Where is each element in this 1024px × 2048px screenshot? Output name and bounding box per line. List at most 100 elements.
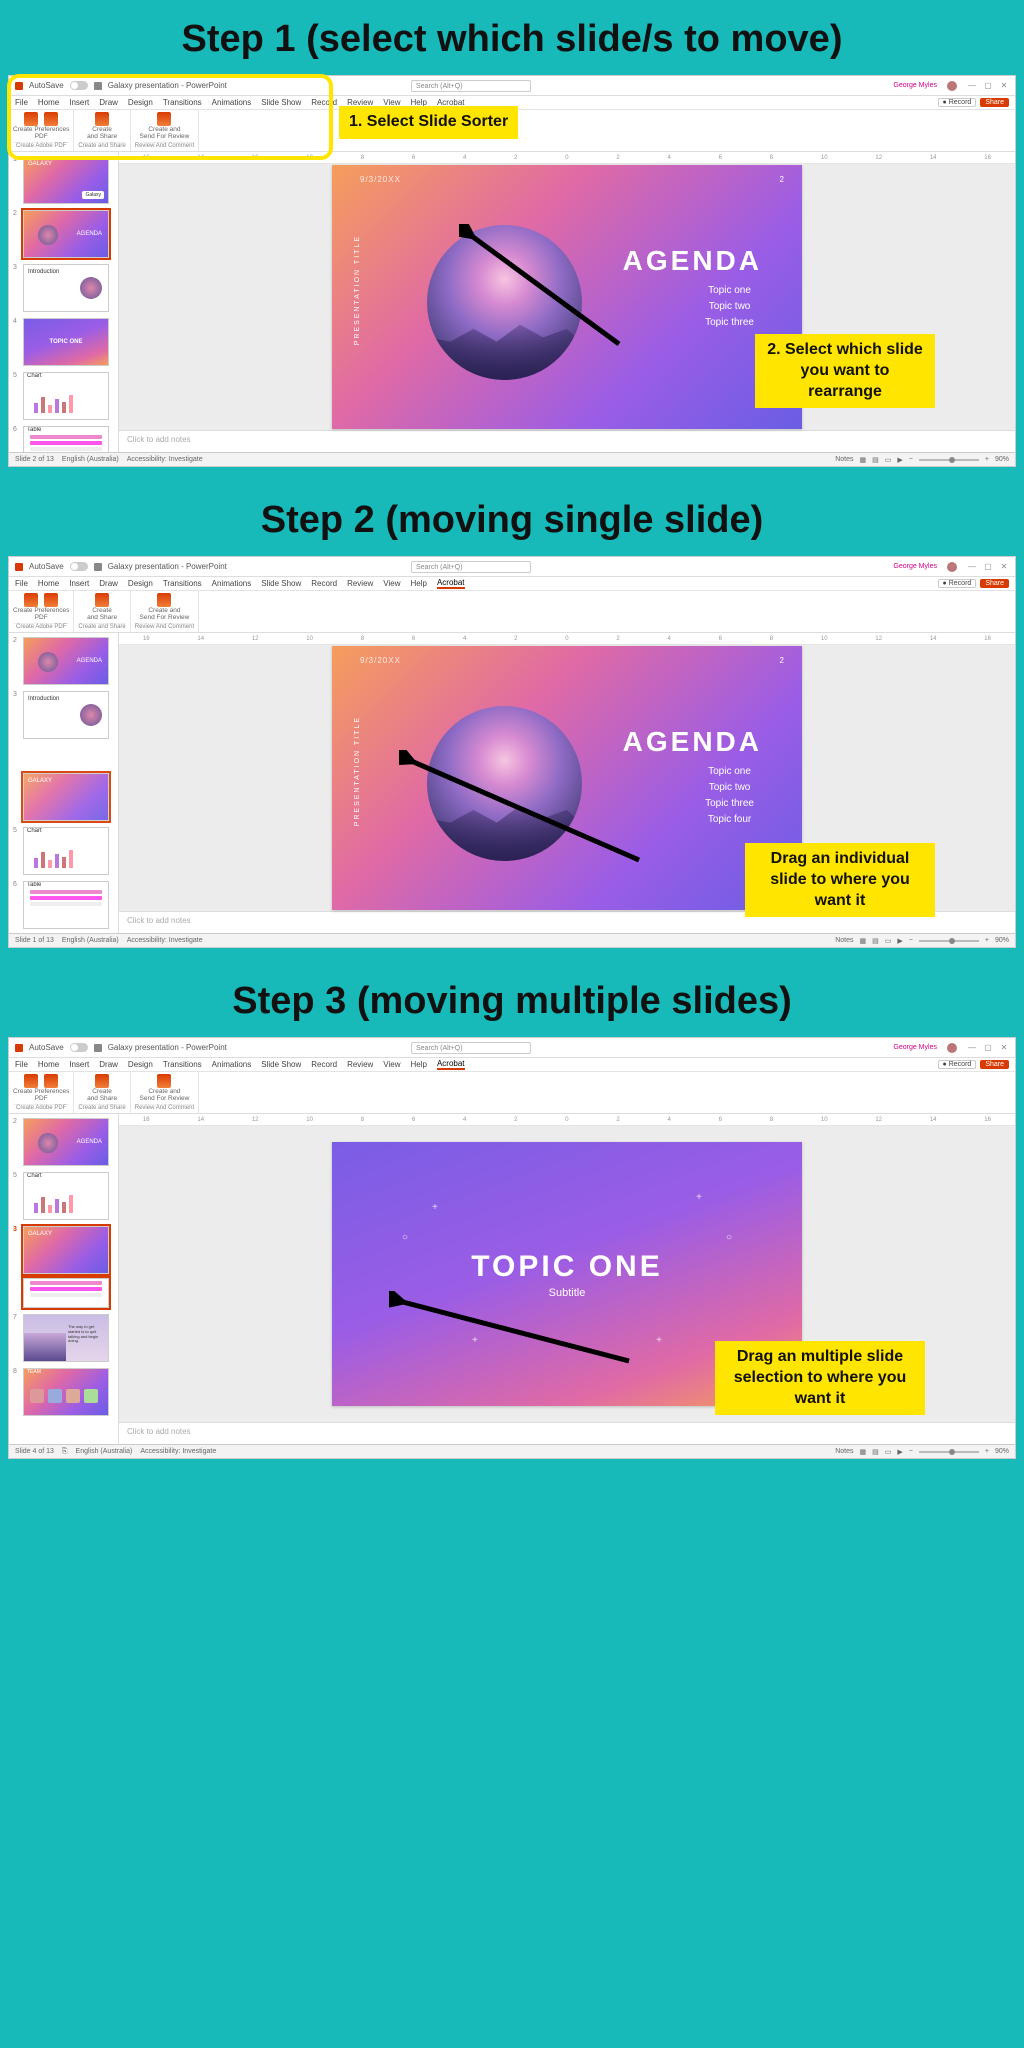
view-slideshow-icon[interactable]: ▶ xyxy=(897,456,902,464)
tab-help[interactable]: Help xyxy=(411,1060,427,1069)
thumb-8[interactable]: TEAM xyxy=(23,1368,109,1416)
share-button[interactable]: Share xyxy=(980,98,1009,107)
thumb-6[interactable]: Table xyxy=(23,881,109,929)
create-pdf-icon[interactable] xyxy=(24,1074,38,1088)
user-name[interactable]: George Myles xyxy=(893,563,937,570)
user-avatar[interactable] xyxy=(947,81,957,91)
thumb-3[interactable]: Introduction xyxy=(23,691,109,739)
zoom-slider[interactable] xyxy=(919,1451,979,1453)
thumb-7[interactable]: The way to get started is to quit talkin… xyxy=(23,1314,109,1362)
tab-slideshow[interactable]: Slide Show xyxy=(261,579,301,588)
accessibility[interactable]: Accessibility: Investigate xyxy=(140,1448,216,1455)
search-box[interactable]: Search (Alt+Q) xyxy=(411,80,531,92)
save-icon[interactable] xyxy=(94,563,102,571)
slide-canvas[interactable]: 9/3/20XX 2 PRESENTATION TITLE AGENDA Top… xyxy=(119,645,1015,911)
view-sorter-icon[interactable]: ▤ xyxy=(872,456,879,464)
save-icon[interactable] xyxy=(94,1044,102,1052)
tab-review[interactable]: Review xyxy=(347,579,373,588)
preferences-icon[interactable] xyxy=(44,593,58,607)
send-review-icon[interactable] xyxy=(157,593,171,607)
view-sorter-icon[interactable]: ▤ xyxy=(872,1448,879,1456)
user-name[interactable]: George Myles xyxy=(893,1044,937,1051)
tab-animations[interactable]: Animations xyxy=(212,579,252,588)
tab-review[interactable]: Review xyxy=(347,1060,373,1069)
tab-help[interactable]: Help xyxy=(411,579,427,588)
language[interactable]: English (Australia) xyxy=(62,937,119,944)
tab-record[interactable]: Record xyxy=(311,579,337,588)
record-button[interactable]: ● Record xyxy=(938,579,977,588)
create-share-icon[interactable] xyxy=(95,1074,109,1088)
user-avatar[interactable] xyxy=(947,1043,957,1053)
user-avatar[interactable] xyxy=(947,562,957,572)
thumb-1[interactable]: GALAXYGalaxy xyxy=(23,156,109,204)
slide-panel[interactable]: 1GALAXYGalaxy 2AGENDA 3Introduction 4TOP… xyxy=(9,152,119,452)
tab-file[interactable]: File xyxy=(15,1060,28,1069)
user-name[interactable]: George Myles xyxy=(893,82,937,89)
thumb-2[interactable]: AGENDA xyxy=(23,637,109,685)
close-button[interactable]: ✕ xyxy=(999,1043,1009,1052)
close-button[interactable]: ✕ xyxy=(999,81,1009,90)
maximize-button[interactable]: ▢ xyxy=(983,81,993,90)
view-reading-icon[interactable]: ▭ xyxy=(885,937,892,945)
slide-canvas[interactable]: + ○ + ○ + + TOPIC ONE Subtitle Drag an m… xyxy=(119,1126,1015,1422)
thumb-4[interactable]: TOPIC ONE xyxy=(23,318,109,366)
view-normal-icon[interactable]: ▦ xyxy=(860,1448,867,1456)
thumb-5[interactable]: Chart xyxy=(23,1172,109,1220)
tab-acrobat[interactable]: Acrobat xyxy=(437,578,465,589)
tab-animations[interactable]: Animations xyxy=(212,1060,252,1069)
search-box[interactable]: Search (Alt+Q) xyxy=(411,561,531,573)
thumb-5[interactable]: Chart xyxy=(23,372,109,420)
tab-draw[interactable]: Draw xyxy=(99,579,118,588)
thumb-drag-a[interactable]: GALAXY xyxy=(23,1226,109,1274)
maximize-button[interactable]: ▢ xyxy=(983,562,993,571)
notes-pane[interactable]: Click to add notes xyxy=(119,430,1015,452)
tab-record[interactable]: Record xyxy=(311,1060,337,1069)
record-button[interactable]: ● Record xyxy=(938,1060,977,1069)
tab-design[interactable]: Design xyxy=(128,579,153,588)
tab-view[interactable]: View xyxy=(383,1060,400,1069)
notes-pane[interactable]: Click to add notes xyxy=(119,1422,1015,1444)
tab-draw[interactable]: Draw xyxy=(99,1060,118,1069)
share-button[interactable]: Share xyxy=(980,579,1009,588)
create-share-icon[interactable] xyxy=(95,593,109,607)
send-review-icon[interactable] xyxy=(157,1074,171,1088)
tab-transitions[interactable]: Transitions xyxy=(163,1060,202,1069)
slide-canvas[interactable]: 9/3/20XX 2 PRESENTATION TITLE AGENDA Top… xyxy=(119,164,1015,430)
preferences-icon[interactable] xyxy=(44,1074,58,1088)
tab-slideshow[interactable]: Slide Show xyxy=(261,1060,301,1069)
notes-button[interactable]: Notes xyxy=(835,937,853,944)
tab-home[interactable]: Home xyxy=(38,1060,59,1069)
tab-file[interactable]: File xyxy=(15,579,28,588)
thumb-2[interactable]: AGENDA xyxy=(23,210,109,258)
close-button[interactable]: ✕ xyxy=(999,562,1009,571)
minimize-button[interactable]: — xyxy=(967,562,977,571)
maximize-button[interactable]: ▢ xyxy=(983,1043,993,1052)
slide-panel[interactable]: 2AGENDA 3Introduction GALAXY 5Chart 6Tab… xyxy=(9,633,119,933)
minimize-button[interactable]: — xyxy=(967,1043,977,1052)
view-normal-icon[interactable]: ▦ xyxy=(860,456,867,464)
view-reading-icon[interactable]: ▭ xyxy=(885,456,892,464)
search-box[interactable]: Search (Alt+Q) xyxy=(411,1042,531,1054)
view-normal-icon[interactable]: ▦ xyxy=(860,937,867,945)
tab-design[interactable]: Design xyxy=(128,1060,153,1069)
thumb-dragging[interactable]: GALAXY xyxy=(23,773,109,821)
lang-icon[interactable]: ⎘ xyxy=(62,1448,68,1456)
language[interactable]: English (Australia) xyxy=(76,1448,133,1455)
view-sorter-icon[interactable]: ▤ xyxy=(872,937,879,945)
accessibility[interactable]: Accessibility: Investigate xyxy=(127,456,203,463)
record-button[interactable]: ● Record xyxy=(938,98,977,107)
thumb-2[interactable]: AGENDA xyxy=(23,1118,109,1166)
tab-insert[interactable]: Insert xyxy=(69,1060,89,1069)
share-button[interactable]: Share xyxy=(980,1060,1009,1069)
thumb-3[interactable]: Introduction xyxy=(23,264,109,312)
view-reading-icon[interactable]: ▭ xyxy=(885,1448,892,1456)
thumb-5[interactable]: Chart xyxy=(23,827,109,875)
zoom-slider[interactable] xyxy=(919,940,979,942)
thumb-drag-b[interactable] xyxy=(23,1278,109,1308)
view-slideshow-icon[interactable]: ▶ xyxy=(897,937,902,945)
language[interactable]: English (Australia) xyxy=(62,456,119,463)
accessibility[interactable]: Accessibility: Investigate xyxy=(127,937,203,944)
notes-button[interactable]: Notes xyxy=(835,456,853,463)
tab-home[interactable]: Home xyxy=(38,579,59,588)
thumb-6[interactable]: Table xyxy=(23,426,109,452)
